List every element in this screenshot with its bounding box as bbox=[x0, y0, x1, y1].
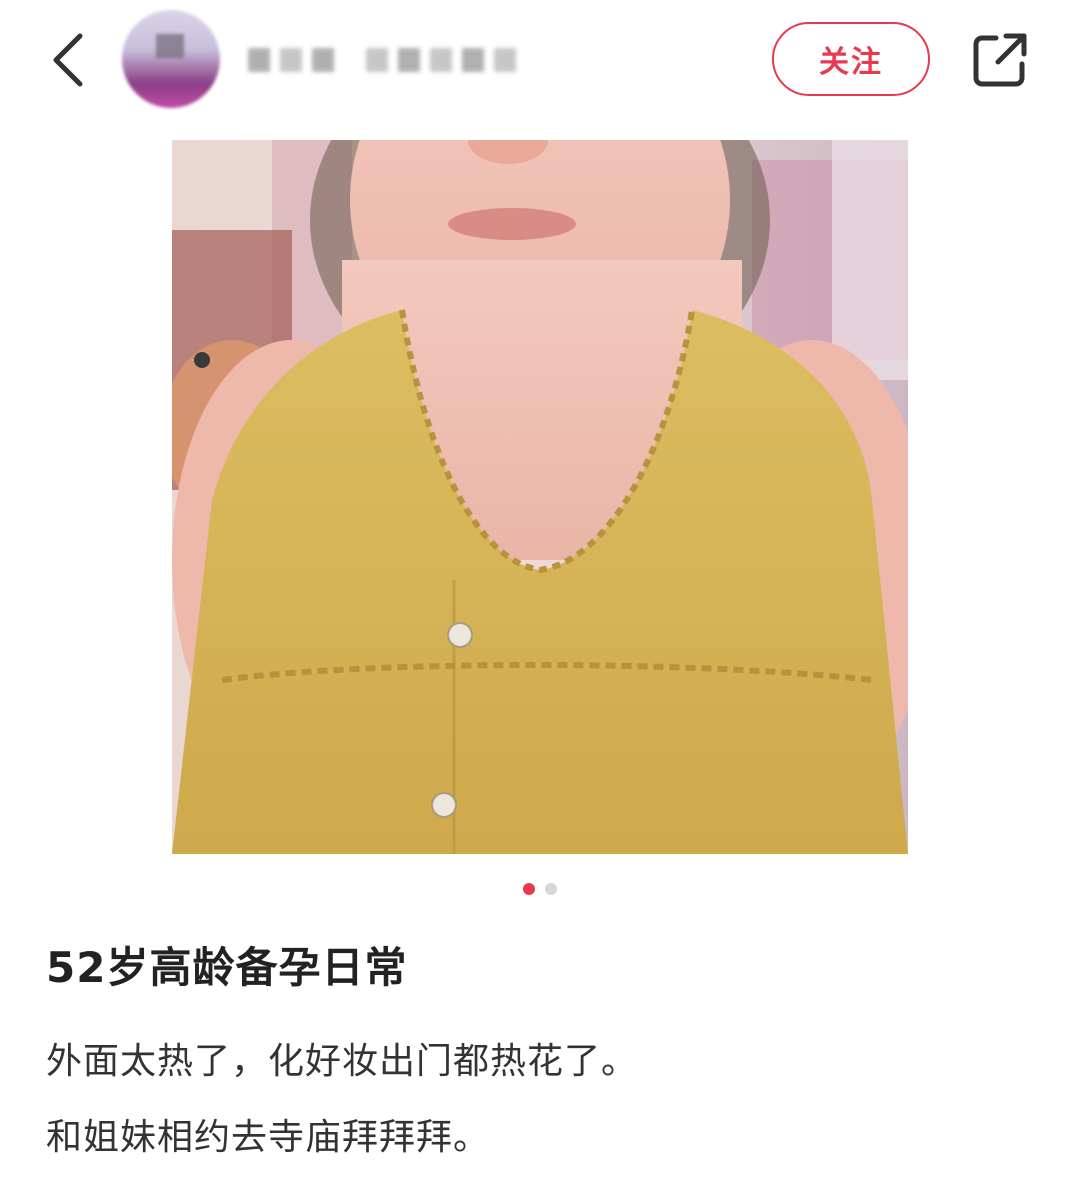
pager-dot-active bbox=[523, 883, 535, 895]
post-body-line: 外面太热了，化好妆出门都热花了。 bbox=[46, 1041, 639, 1082]
post-photo[interactable] bbox=[172, 140, 908, 854]
top-bar: 关注 bbox=[0, 0, 1080, 120]
photo-pager bbox=[0, 880, 1080, 898]
username-blurred[interactable] bbox=[248, 38, 516, 82]
share-button[interactable] bbox=[964, 26, 1036, 94]
avatar[interactable] bbox=[122, 10, 220, 108]
post-body-line: 和姐妹相约去寺庙拜拜拜。 bbox=[46, 1117, 491, 1158]
post-photo-image bbox=[172, 140, 908, 854]
share-external-icon bbox=[973, 33, 1027, 87]
post-title: 52岁高龄备孕日常 bbox=[46, 943, 408, 992]
chevron-left-icon bbox=[53, 33, 83, 87]
post-body: 外面太热了，化好妆出门都热花了。 和姐妹相约去寺庙拜拜拜。 bbox=[46, 1024, 638, 1176]
back-button[interactable] bbox=[40, 28, 96, 92]
pager-dot bbox=[545, 883, 557, 895]
follow-button[interactable]: 关注 bbox=[772, 22, 930, 96]
